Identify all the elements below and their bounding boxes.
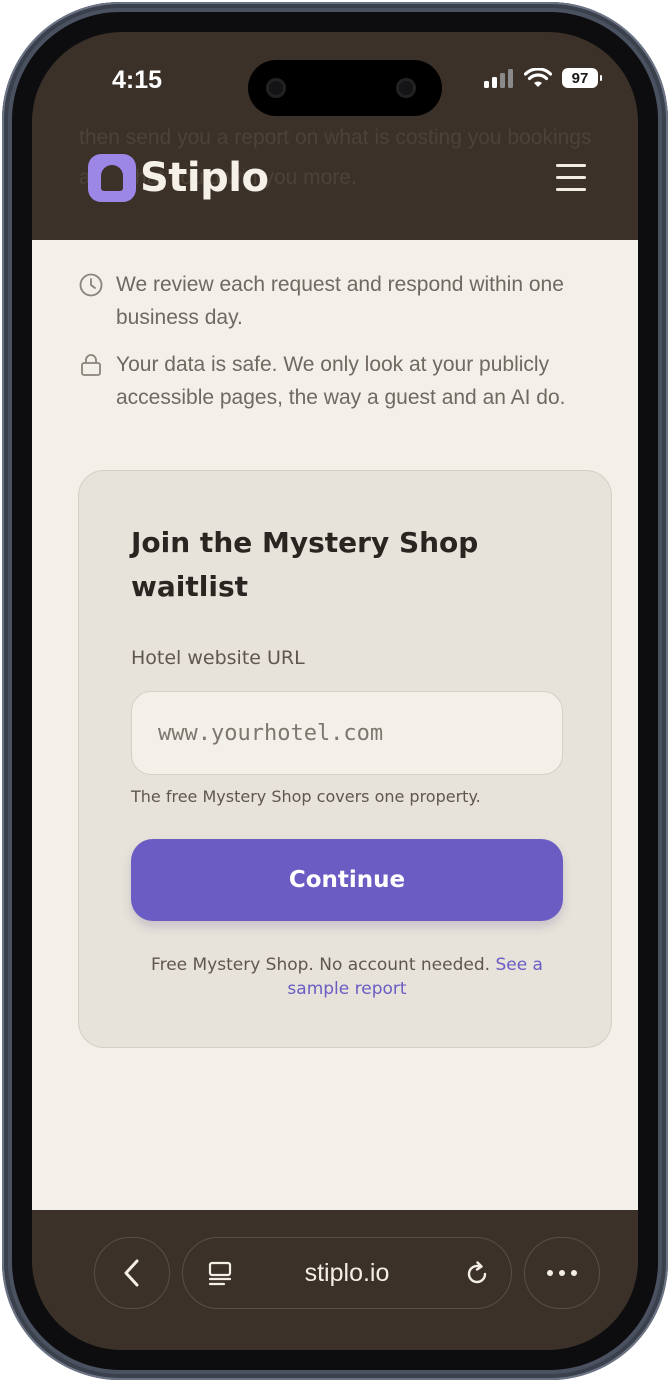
phone-bezel: 4:15 97 then send you a report on what i… <box>12 12 658 1370</box>
page-menu-icon[interactable] <box>207 1260 235 1288</box>
waitlist-form-card: Join the Mystery Shop waitlist Hotel web… <box>78 470 612 1048</box>
footnote-text: Free Mystery Shop. No account needed. <box>151 955 491 975</box>
status-icons: 97 <box>484 68 602 88</box>
hotel-url-input[interactable] <box>131 691 563 775</box>
note-data-safety: Your data is safe. We only look at your … <box>78 348 606 414</box>
site-header: then send you a report on what is costin… <box>32 114 638 240</box>
browser-toolbar: stiplo.io <box>32 1210 638 1350</box>
ellipsis-icon <box>547 1270 577 1276</box>
hamburger-menu-icon[interactable] <box>556 164 586 191</box>
url-field-label: Hotel website URL <box>131 647 305 669</box>
form-footnote: Free Mystery Shop. No account needed. Se… <box>131 953 563 1001</box>
status-bar: 4:15 97 <box>32 32 638 116</box>
address-bar[interactable]: stiplo.io <box>182 1237 512 1309</box>
note-response-time: We review each request and respond withi… <box>78 268 606 334</box>
chevron-left-icon <box>124 1259 139 1287</box>
ghost-logo-icon <box>88 154 136 202</box>
form-title: Join the Mystery Shop waitlist <box>131 526 479 603</box>
address-url: stiplo.io <box>304 1258 390 1287</box>
logo-text: Stiplo <box>140 155 269 201</box>
continue-button[interactable]: Continue <box>131 839 563 921</box>
phone-frame: 4:15 97 then send you a report on what i… <box>2 2 668 1380</box>
dynamic-island <box>248 60 442 116</box>
sensor-icon <box>266 78 286 98</box>
camera-icon <box>396 78 416 98</box>
battery-indicator: 97 <box>562 68 602 88</box>
clock-icon <box>79 273 103 297</box>
lock-icon <box>81 354 101 376</box>
reload-icon[interactable] <box>463 1260 491 1288</box>
logo[interactable]: Stiplo <box>88 154 269 202</box>
note-text: Your data is safe. We only look at your … <box>116 353 566 409</box>
note-text: We review each request and respond withi… <box>116 273 564 329</box>
url-helper-text: The free Mystery Shop covers one propert… <box>131 787 481 806</box>
back-button[interactable] <box>94 1237 170 1309</box>
page-content: We review each request and respond withi… <box>32 240 638 1210</box>
more-options-button[interactable] <box>524 1237 600 1309</box>
screen: 4:15 97 then send you a report on what i… <box>32 32 638 1350</box>
status-time: 4:15 <box>112 66 163 94</box>
cellular-signal-icon <box>484 69 513 88</box>
wifi-icon <box>524 68 552 87</box>
